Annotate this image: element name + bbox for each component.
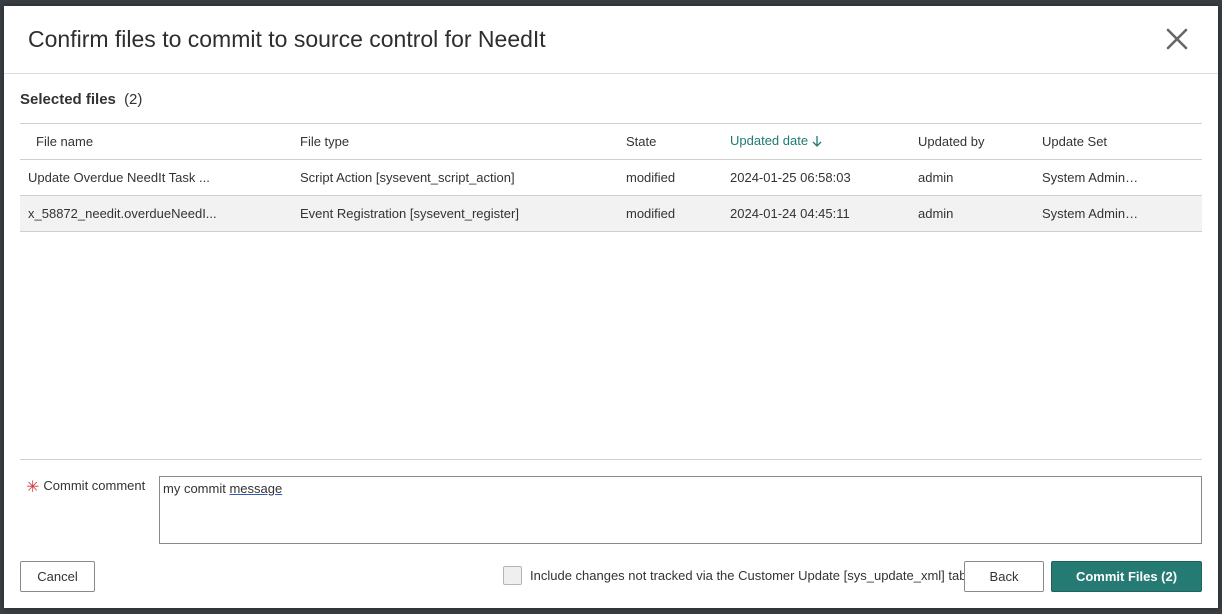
commit-dialog: Confirm files to commit to source contro… — [4, 6, 1218, 608]
commit-comment-value: my commit message — [163, 481, 282, 496]
selected-files-heading: Selected files (2) — [20, 91, 142, 108]
cancel-button[interactable]: Cancel — [20, 561, 95, 592]
table-row[interactable]: Update Overdue NeedIt Task ... Script Ac… — [20, 159, 1202, 196]
include-untracked-label[interactable]: Include changes not tracked via the Cust… — [530, 568, 977, 583]
include-untracked-option: Include changes not tracked via the Cust… — [503, 566, 977, 587]
cell-update-set: System Admin… — [1042, 159, 1202, 196]
selected-files-title: Selected files — [20, 91, 116, 108]
back-button[interactable]: Back — [964, 561, 1044, 592]
dialog-title: Confirm files to commit to source contro… — [28, 26, 546, 52]
commit-comment-textarea[interactable]: my commit message — [159, 476, 1202, 544]
required-asterisk-icon: ✳ — [26, 479, 40, 496]
selected-files-count: (2) — [124, 91, 143, 108]
files-table-container: File name File type State Updated date U… — [20, 123, 1202, 460]
column-header-updated-by[interactable]: Updated by — [918, 124, 1042, 160]
table-header-row: File name File type State Updated date U… — [20, 124, 1202, 160]
cell-updated-date: 2024-01-25 06:58:03 — [730, 159, 918, 196]
column-header-state[interactable]: State — [626, 124, 730, 160]
cell-file-type: Script Action [sysevent_script_action] — [300, 159, 626, 196]
column-header-updated-date-label: Updated date — [730, 133, 809, 149]
commit-comment-value-part1: my commit — [163, 481, 230, 496]
arrow-down-icon — [812, 135, 822, 150]
column-header-updated-date[interactable]: Updated date — [730, 124, 918, 160]
commit-comment-label: ✳ Commit comment — [26, 477, 145, 497]
column-header-update-set[interactable]: Update Set — [1042, 124, 1202, 160]
commit-comment-label-text: Commit comment — [43, 478, 146, 493]
commit-comment-value-part2: message — [229, 481, 283, 496]
cell-file-type: Event Registration [sysevent_register] — [300, 195, 626, 232]
column-header-file-type[interactable]: File type — [300, 124, 626, 160]
column-header-file-name[interactable]: File name — [20, 124, 300, 160]
cell-updated-by: admin — [918, 159, 1042, 196]
cell-file-name: Update Overdue NeedIt Task ... — [20, 159, 300, 196]
include-untracked-checkbox[interactable] — [503, 566, 522, 585]
cell-update-set: System Admin… — [1042, 195, 1202, 232]
files-table: File name File type State Updated date U… — [20, 124, 1202, 232]
cell-updated-by: admin — [918, 195, 1042, 232]
close-icon — [1166, 28, 1188, 50]
commit-files-button[interactable]: Commit Files (2) — [1051, 561, 1202, 592]
table-row[interactable]: x_58872_needit.overdueNeedI... Event Reg… — [20, 195, 1202, 232]
close-button[interactable] — [1162, 24, 1192, 54]
cell-file-name: x_58872_needit.overdueNeedI... — [20, 195, 300, 232]
cell-updated-date: 2024-01-24 04:45:11 — [730, 195, 918, 232]
cell-state: modified — [626, 159, 730, 196]
cell-state: modified — [626, 195, 730, 232]
dialog-header: Confirm files to commit to source contro… — [4, 6, 1218, 74]
